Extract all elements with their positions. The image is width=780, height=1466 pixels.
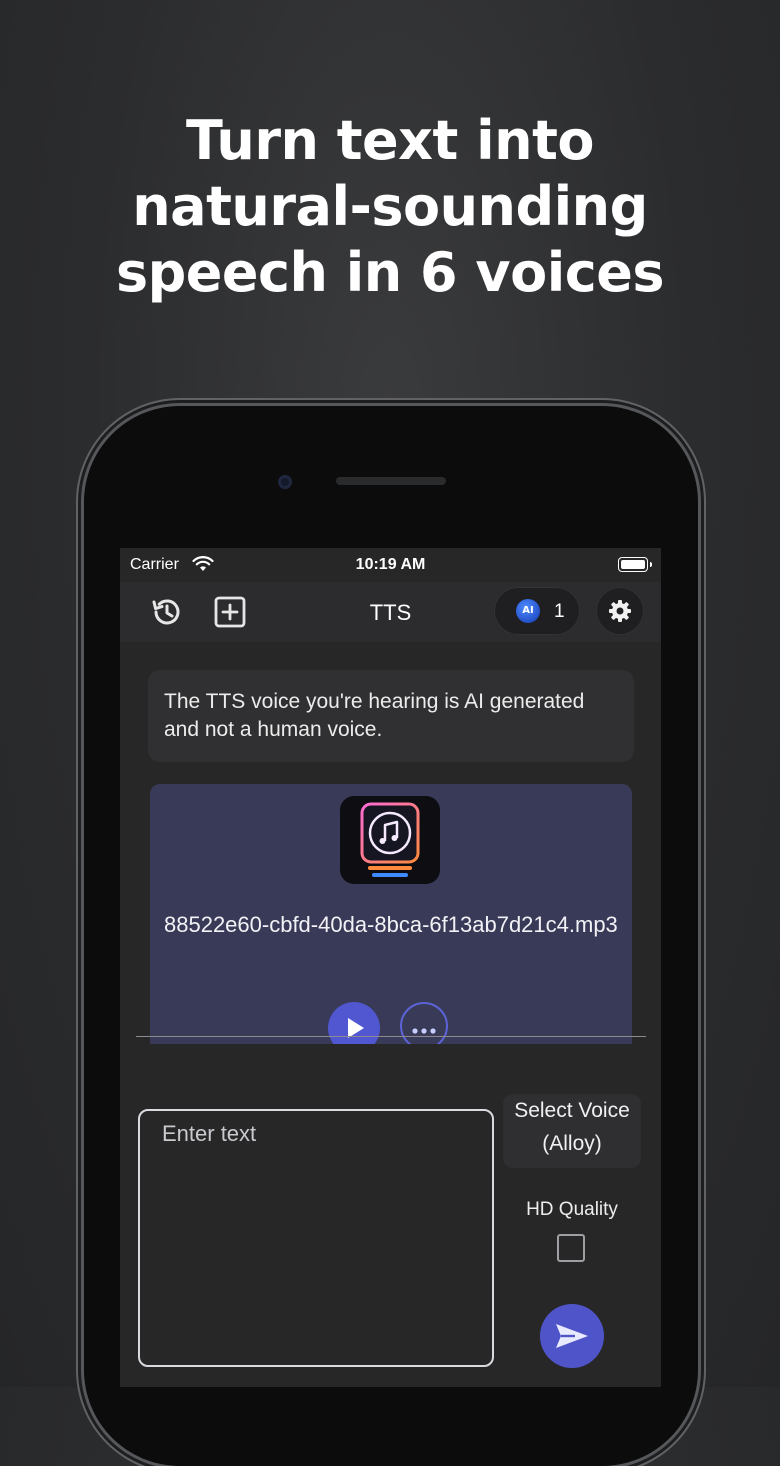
disclaimer-text: The TTS voice you're hearing is AI gener… <box>164 690 585 741</box>
select-voice-button[interactable]: Select Voice (Alloy) <box>503 1094 641 1168</box>
marketing-headline: Turn text into natural-sounding speech i… <box>0 108 780 306</box>
credit-count: 1 <box>554 601 565 622</box>
ai-credit-icon: AI <box>516 599 540 623</box>
hd-quality-label: HD Quality <box>526 1199 618 1220</box>
send-button[interactable] <box>540 1304 604 1368</box>
clock: 10:19 AM <box>355 556 426 573</box>
more-icon <box>411 1022 437 1040</box>
more-options-button[interactable] <box>400 1002 448 1044</box>
text-input[interactable] <box>138 1109 494 1367</box>
play-icon <box>346 1016 366 1044</box>
headline-line-2: natural-sounding <box>132 175 648 238</box>
content-divider <box>136 1036 646 1037</box>
headline-line-3: speech in 6 voices <box>115 241 665 304</box>
battery-icon <box>618 557 652 572</box>
gear-icon <box>608 599 632 628</box>
top-navigation-bar: TTS AI 1 <box>120 582 661 642</box>
settings-button[interactable] <box>596 587 644 635</box>
music-note-icon <box>340 796 440 884</box>
play-button[interactable] <box>328 1002 380 1044</box>
audio-file-card[interactable]: 88522e60-cbfd-40da-8bca-6f13ab7d21c4.mp3 <box>150 784 632 1044</box>
send-icon <box>555 1323 589 1354</box>
ai-voice-disclaimer: The TTS voice you're hearing is AI gener… <box>148 670 634 762</box>
front-camera <box>278 475 292 489</box>
select-voice-label: Select Voice <box>514 1099 630 1122</box>
earpiece-speaker <box>336 477 446 485</box>
hd-quality-checkbox[interactable] <box>557 1234 585 1262</box>
audio-filename: 88522e60-cbfd-40da-8bca-6f13ab7d21c4.mp3 <box>164 912 618 937</box>
ai-credits-button[interactable]: AI 1 <box>494 587 580 635</box>
headline-line-1: Turn text into <box>186 109 594 172</box>
selected-voice-name: (Alloy) <box>542 1132 602 1155</box>
app-screen: Carrier 10:19 AM TTS AI 1 The TTS voice … <box>120 548 661 1387</box>
status-bar: Carrier 10:19 AM <box>120 548 661 582</box>
